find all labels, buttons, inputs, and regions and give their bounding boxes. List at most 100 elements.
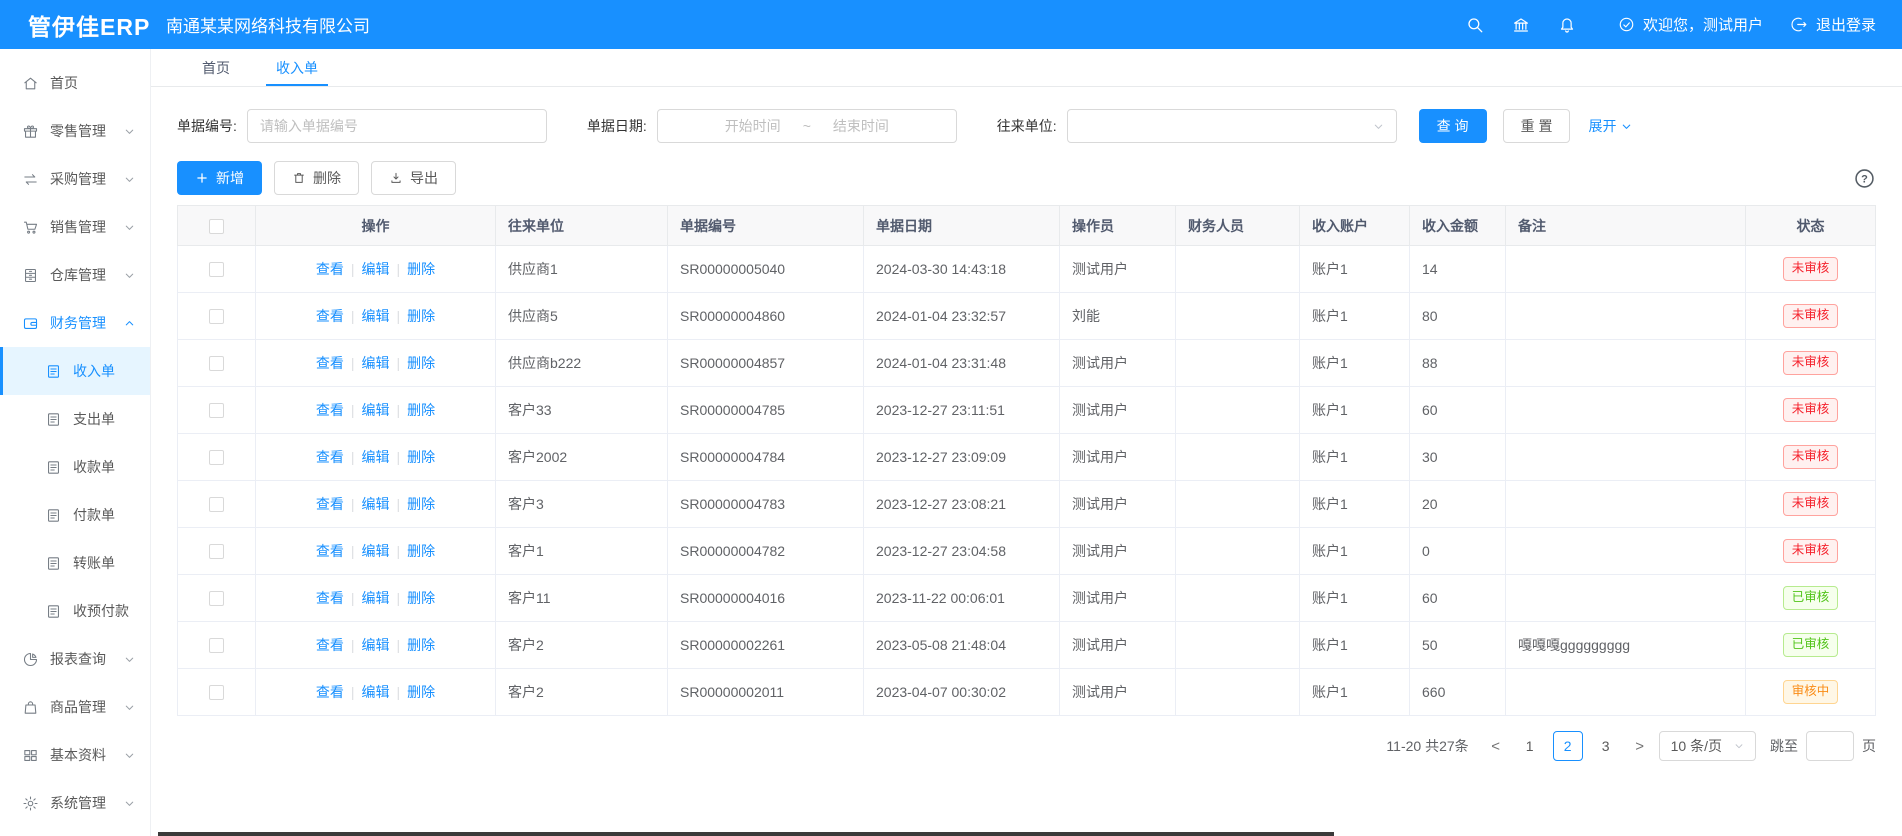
sidebar-item-receipt[interactable]: 收款单 [0,443,150,491]
chevron-down-icon [1621,121,1632,132]
edit-link[interactable]: 编辑 [362,449,390,465]
select-all-checkbox[interactable] [209,219,224,234]
delete-link[interactable]: 删除 [407,449,435,465]
sidebar-item-finance[interactable]: 财务管理 [0,299,150,347]
bank-icon[interactable] [1498,0,1544,49]
date-range-input[interactable]: 开始时间 ~ 结束时间 [657,109,957,143]
link-separator: | [397,590,401,606]
delete-link[interactable]: 删除 [407,590,435,606]
view-link[interactable]: 查看 [316,449,344,465]
edit-link[interactable]: 编辑 [362,684,390,700]
sidebar-item-income[interactable]: 收入单 [0,347,150,395]
finance-staff-cell [1176,528,1300,575]
welcome-user[interactable]: 欢迎您，测试用户 [1618,14,1763,35]
view-link[interactable]: 查看 [316,543,344,559]
sidebar-item-system[interactable]: 系统管理 [0,779,150,827]
row-checkbox[interactable] [209,544,224,559]
row-checkbox[interactable] [209,497,224,512]
export-button[interactable]: 导出 [371,161,456,195]
row-checkbox[interactable] [209,356,224,371]
chevron-up-icon [124,318,135,329]
page-size-select[interactable]: 10 条/页 [1659,731,1756,761]
home-icon [22,75,39,92]
delete-link[interactable]: 删除 [407,355,435,371]
row-checkbox[interactable] [209,685,224,700]
view-link[interactable]: 查看 [316,261,344,277]
edit-link[interactable]: 编辑 [362,590,390,606]
account-cell: 账户1 [1300,622,1410,669]
edit-link[interactable]: 编辑 [362,496,390,512]
sidebar-item-payment[interactable]: 付款单 [0,491,150,539]
search-icon[interactable] [1452,0,1498,49]
order-no-input[interactable] [247,109,547,143]
reset-button[interactable]: 重 置 [1503,109,1571,143]
column-header: 收入金额 [1410,206,1506,246]
search-button[interactable]: 查 询 [1419,109,1487,143]
sidebar-item-purchase[interactable]: 采购管理 [0,155,150,203]
row-checkbox[interactable] [209,638,224,653]
logout-button[interactable]: 退出登录 [1791,14,1876,35]
filter-bar: 单据编号: 单据日期: 开始时间 ~ 结束时间 往来单位: 查 询 [177,109,1876,143]
view-link[interactable]: 查看 [316,308,344,324]
page-button-1[interactable]: 1 [1515,731,1545,761]
prev-page-button[interactable]: < [1485,738,1507,755]
tab-income-receipt[interactable]: 收入单 [253,49,341,86]
delete-link[interactable]: 删除 [407,543,435,559]
finance-staff-cell [1176,669,1300,716]
delete-link[interactable]: 删除 [407,402,435,418]
partner-select[interactable] [1067,109,1397,143]
sidebar-item-warehouse[interactable]: 仓库管理 [0,251,150,299]
edit-link[interactable]: 编辑 [362,355,390,371]
date-cell: 2023-12-27 23:09:09 [864,434,1060,481]
edit-link[interactable]: 编辑 [362,308,390,324]
doc-icon [45,603,62,620]
add-button[interactable]: 新增 [177,161,262,195]
date-cell: 2023-11-22 00:06:01 [864,575,1060,622]
sidebar-item-sales[interactable]: 销售管理 [0,203,150,251]
row-checkbox[interactable] [209,591,224,606]
sidebar-item-goods[interactable]: 商品管理 [0,683,150,731]
next-page-button[interactable]: > [1629,738,1651,755]
select-all-header-cell [178,206,256,246]
bell-icon[interactable] [1544,0,1590,49]
page-button-3[interactable]: 3 [1591,731,1621,761]
sidebar-item-retail[interactable]: 零售管理 [0,107,150,155]
view-link[interactable]: 查看 [316,355,344,371]
edit-link[interactable]: 编辑 [362,637,390,653]
partner-cell: 客户3 [496,481,668,528]
status-badge: 未审核 [1783,492,1839,516]
page-button-2[interactable]: 2 [1553,731,1583,761]
edit-link[interactable]: 编辑 [362,261,390,277]
sidebar-item-report[interactable]: 报表查询 [0,635,150,683]
tab-home[interactable]: 首页 [179,49,253,86]
status-badge: 未审核 [1783,304,1839,328]
sidebar-item-expense[interactable]: 支出单 [0,395,150,443]
view-link[interactable]: 查看 [316,637,344,653]
sidebar-item-prepaid[interactable]: 收预付款 [0,587,150,635]
row-checkbox[interactable] [209,450,224,465]
delete-link[interactable]: 删除 [407,496,435,512]
expand-link[interactable]: 展开 [1588,116,1632,136]
delete-link[interactable]: 删除 [407,261,435,277]
delete-link[interactable]: 删除 [407,308,435,324]
jump-page-input[interactable] [1806,731,1854,761]
sidebar-item-transfer[interactable]: 转账单 [0,539,150,587]
link-separator: | [397,261,401,277]
row-checkbox[interactable] [209,262,224,277]
sidebar-item-home[interactable]: 首页 [0,59,150,107]
view-link[interactable]: 查看 [316,590,344,606]
row-checkbox[interactable] [209,403,224,418]
edit-link[interactable]: 编辑 [362,402,390,418]
delete-link[interactable]: 删除 [407,637,435,653]
delete-button[interactable]: 删除 [274,161,359,195]
link-separator: | [351,590,355,606]
view-link[interactable]: 查看 [316,402,344,418]
row-checkbox[interactable] [209,309,224,324]
view-link[interactable]: 查看 [316,496,344,512]
sidebar-item-basic[interactable]: 基本资料 [0,731,150,779]
edit-link[interactable]: 编辑 [362,543,390,559]
horizontal-scrollbar[interactable] [158,832,1334,836]
view-link[interactable]: 查看 [316,684,344,700]
delete-link[interactable]: 删除 [407,684,435,700]
question-circle-icon[interactable]: ? [1853,167,1876,190]
